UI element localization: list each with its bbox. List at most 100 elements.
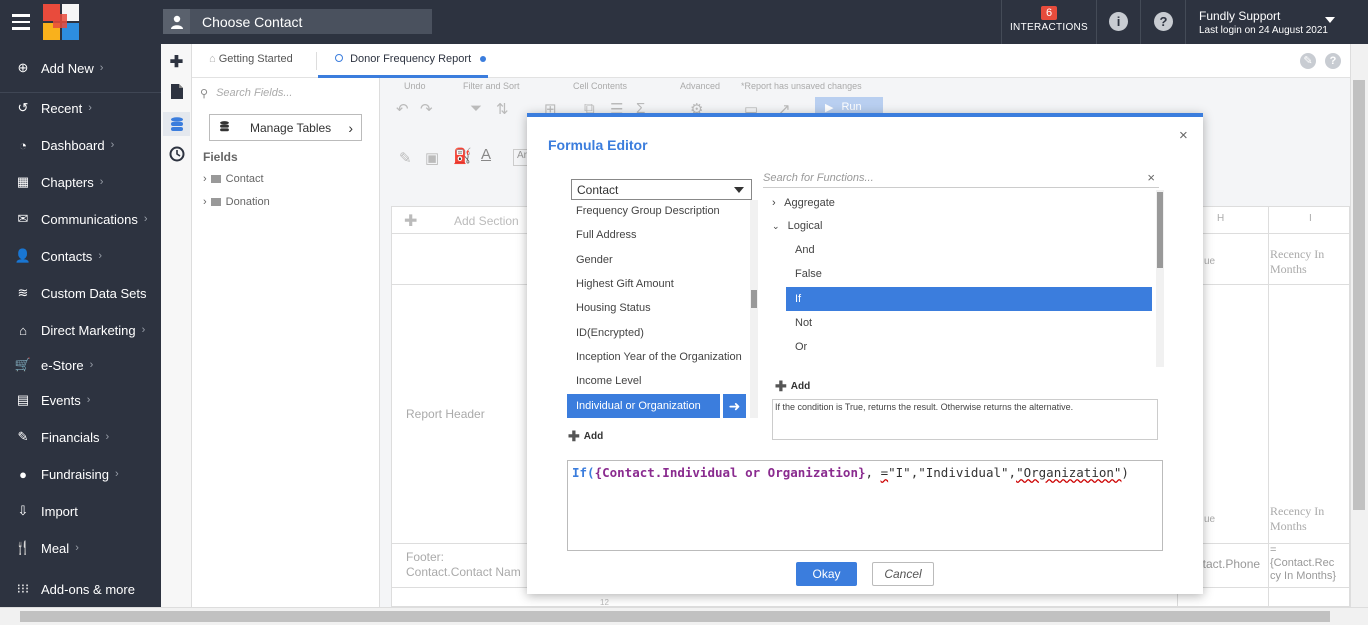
clock-icon[interactable] (167, 144, 186, 163)
sidebar-item-import[interactable]: ⇩ Import (0, 496, 161, 526)
user-menu[interactable]: Fundly Support Last login on 24 August 2… (1199, 9, 1328, 36)
cancel-button[interactable]: Cancel (872, 562, 934, 586)
scrollbar-thumb[interactable] (751, 290, 757, 308)
folder-icon (210, 198, 221, 206)
function-category-logical[interactable]: ⌄ Logical (772, 220, 822, 232)
sidebar-item-direct-marketing[interactable]: ⌂ Direct Marketing › (0, 315, 161, 345)
add-field-button[interactable]: ✚ Add (568, 428, 603, 445)
horizontal-scrollbar[interactable] (0, 607, 1368, 625)
database-icon[interactable] (163, 112, 190, 136)
choose-contact-search[interactable]: Choose Contact (163, 9, 432, 34)
function-item-and[interactable]: And (795, 244, 815, 256)
add-section-plus-icon[interactable]: ✚ (404, 211, 417, 231)
formula-cell[interactable]: = {Contact.Rec cy In Months} (1270, 544, 1342, 583)
chevron-right-icon: › (203, 196, 207, 208)
clear-icon[interactable]: × (1147, 170, 1155, 185)
sidebar-item-custom-data-sets[interactable]: ≋ Custom Data Sets (0, 278, 161, 308)
scrollbar-thumb[interactable] (1353, 80, 1365, 510)
sidebar-item-recent[interactable]: ↺ Recent › (0, 93, 161, 123)
column-header-h[interactable]: H (1217, 213, 1224, 224)
phone-cell[interactable]: ntact.Phone (1196, 557, 1260, 571)
field-item[interactable]: Income Level (576, 375, 641, 387)
function-list-scrollbar[interactable] (1156, 190, 1164, 367)
unsaved-dot-icon (480, 56, 487, 63)
field-item[interactable]: Inception Year of the Organization (576, 351, 742, 363)
formula-operator: = (880, 465, 889, 480)
function-item-false[interactable]: False (795, 268, 822, 280)
vertical-scrollbar[interactable] (1350, 44, 1368, 607)
sidebar-item-events[interactable]: ▤ Events › (0, 385, 161, 415)
function-search-input[interactable]: Search for Functions... × (763, 168, 1159, 188)
recency-line-2: Months (1270, 262, 1307, 276)
filter-icon[interactable]: ⏷ (470, 100, 482, 117)
help-icon[interactable]: ? (1325, 53, 1341, 69)
info-icon[interactable]: i (1109, 12, 1128, 31)
caret-down-icon[interactable] (1325, 17, 1335, 23)
sidebar-item-label: Events (41, 392, 81, 408)
recency-header-cell-2[interactable]: Recency In Months (1270, 504, 1324, 534)
sidebar-item-meal[interactable]: 🍴 Meal › (0, 533, 161, 563)
manage-tables-button[interactable]: Manage Tables › (209, 114, 362, 141)
sidebar-item-contacts[interactable]: 👤 Contacts › (0, 241, 161, 271)
recency-header-cell[interactable]: Recency In Months (1270, 247, 1324, 277)
table-select-value: Contact (577, 182, 619, 197)
field-item[interactable]: ID(Encrypted) (576, 327, 644, 339)
scrollbar-thumb[interactable] (20, 611, 1330, 622)
sidebar-item-financials[interactable]: ✎ Financials › (0, 422, 161, 452)
search-fields-input[interactable]: ⚲ Search Fields... (200, 84, 372, 102)
divider (316, 52, 317, 70)
sidebar-item-communications[interactable]: ✉ Communications › (0, 204, 161, 234)
okay-button[interactable]: Okay (796, 562, 857, 586)
field-item[interactable]: Highest Gift Amount (576, 278, 674, 290)
fill-color-icon[interactable]: ⛽ (453, 147, 472, 165)
tab-donor-frequency-report[interactable]: Donor Frequency Report (335, 53, 487, 65)
table-select[interactable]: Contact (571, 179, 752, 200)
close-icon[interactable]: × (1179, 127, 1188, 144)
tools-icon[interactable]: ✎ (1300, 53, 1316, 69)
redo-icon[interactable]: ↷ (420, 100, 433, 118)
sidebar-item-label: Dashboard (41, 137, 105, 153)
tree-item-contact[interactable]: › Contact (203, 173, 264, 185)
sidebar-item-e-store[interactable]: 🛒 e-Store › (0, 350, 161, 380)
function-item-not[interactable]: Not (795, 317, 812, 329)
field-list-scrollbar[interactable] (750, 200, 758, 418)
sidebar-item-chapters[interactable]: ▦ Chapters › (0, 167, 161, 197)
sidebar-item-dashboard[interactable]: ◔ Dashboard › (0, 130, 161, 160)
home-icon: ⌂ (209, 53, 216, 65)
hamburger-menu-icon[interactable] (12, 14, 30, 30)
interactions-button[interactable]: 6 INTERACTIONS (1002, 0, 1096, 44)
font-color-icon[interactable]: A (481, 146, 491, 163)
function-category-aggregate[interactable]: › Aggregate (772, 197, 835, 209)
app-logo[interactable] (43, 4, 79, 40)
tree-item-donation[interactable]: › Donation (203, 196, 270, 208)
help-icon[interactable]: ? (1154, 12, 1173, 31)
add-function-button[interactable]: ✚ Add (775, 378, 810, 395)
sidebar-item-label: Add-ons & more (41, 581, 135, 597)
field-item[interactable]: Frequency Group Description (576, 205, 720, 217)
sort-icon[interactable]: ⇅ (496, 100, 509, 118)
pencil-icon[interactable]: ✎ (399, 149, 412, 167)
sidebar-item-fundraising[interactable]: ● Fundraising › (0, 459, 161, 489)
field-item-selected[interactable]: Individual or Organization (567, 394, 720, 418)
function-category-label: Aggregate (784, 197, 835, 209)
field-item[interactable]: Gender (576, 254, 613, 266)
document-icon[interactable] (167, 82, 186, 101)
function-item-if-selected[interactable]: If (786, 287, 1152, 311)
grid-icon: ▦ (16, 174, 30, 189)
tab-getting-started[interactable]: ⌂ Getting Started (209, 53, 293, 65)
insert-arrow-icon[interactable]: ➜ (723, 394, 746, 418)
column-header-i[interactable]: I (1309, 213, 1312, 224)
scrollbar-thumb[interactable] (1157, 192, 1163, 268)
add-section-label[interactable]: Add Section (454, 214, 519, 228)
field-item[interactable]: Full Address (576, 229, 637, 241)
undo-icon[interactable]: ↶ (396, 100, 409, 118)
cart-icon: 🛒 (14, 357, 32, 372)
sidebar-item-add-ons-more[interactable]: ⁝⁝⁝ Add-ons & more (0, 574, 161, 604)
formula-textarea[interactable]: If({Contact.Individual or Organization},… (567, 460, 1163, 551)
sidebar-item-add-new[interactable]: ⊕ Add New › (0, 53, 161, 83)
add-plus-icon[interactable]: ✚ (167, 52, 186, 71)
function-item-or[interactable]: Or (795, 341, 807, 353)
format-icon[interactable]: ▣ (425, 149, 439, 167)
field-item[interactable]: Housing Status (576, 302, 651, 314)
calendar-icon: ▤ (16, 392, 30, 407)
